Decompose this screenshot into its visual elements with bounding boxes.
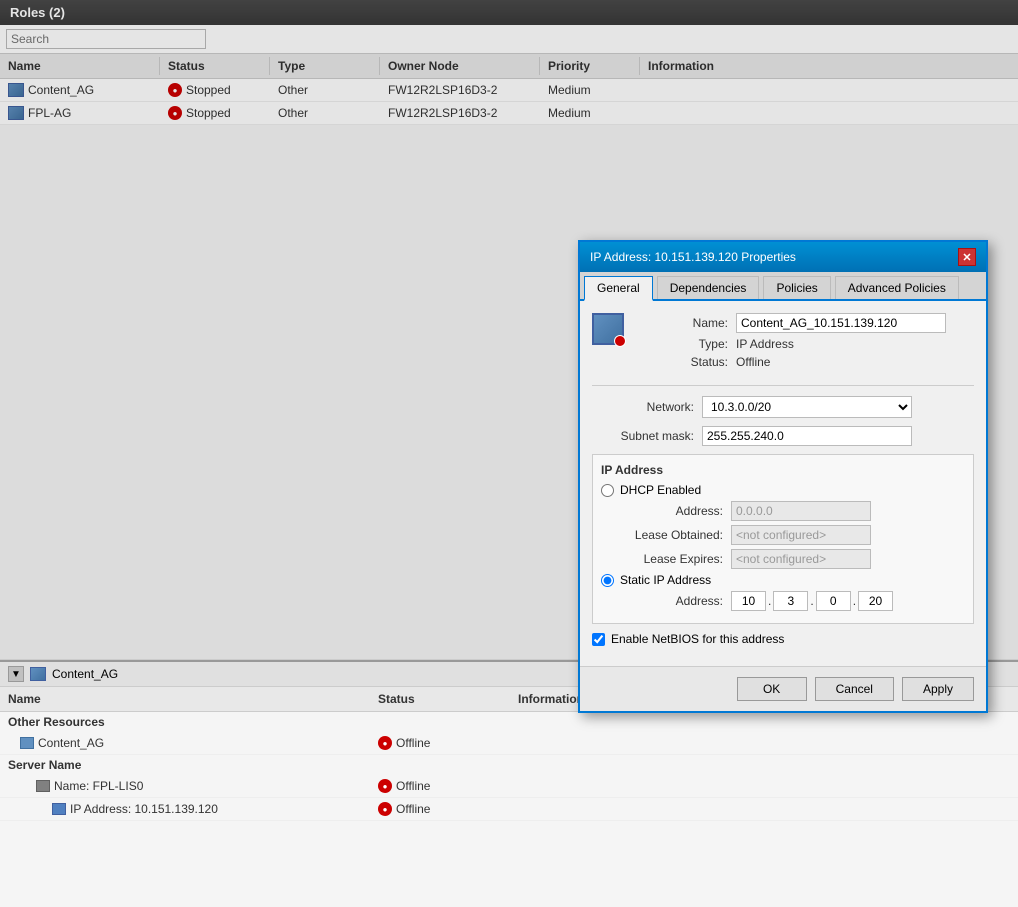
ip-part4[interactable]: [858, 591, 893, 611]
subnet-row: Subnet mask:: [592, 426, 974, 446]
list-item[interactable]: Content_AG ● Offline: [0, 732, 1018, 755]
address-input: [731, 501, 871, 521]
lease-obtained-row: Lease Obtained:: [621, 525, 965, 545]
stopped-icon: ●: [378, 802, 392, 816]
bottom-col-name: Name: [0, 690, 370, 708]
dialog-footer: OK Cancel Apply: [580, 666, 986, 711]
server-row-status: ● Offline: [370, 777, 510, 795]
tab-general[interactable]: General: [584, 276, 653, 301]
ip-parts: . . .: [731, 591, 893, 611]
dialog-props: Name: Type: IP Address Status: Offline: [636, 313, 946, 373]
ip-row-name: IP Address: 10.151.139.120: [0, 800, 370, 818]
dialog-close-button[interactable]: ✕: [958, 248, 976, 266]
dialog-tabs: General Dependencies Policies Advanced P…: [580, 272, 986, 301]
server-name-header: Server Name: [0, 755, 1018, 775]
ip-dot2: .: [810, 594, 813, 608]
static-radio-row: Static IP Address: [601, 573, 965, 587]
ip-address-section: IP Address DHCP Enabled Address: Lease O…: [592, 454, 974, 624]
server-icon: [36, 780, 50, 792]
prop-type-row: Type: IP Address: [636, 337, 946, 351]
dhcp-radio-row: DHCP Enabled: [601, 483, 965, 497]
role-icon: [30, 667, 46, 681]
bottom-col-status: Status: [370, 690, 510, 708]
ip-address-title: IP Address: [601, 463, 965, 477]
ip-part3[interactable]: [816, 591, 851, 611]
network-row: Network: 10.3.0.0/20: [592, 396, 974, 418]
status-label: Status:: [636, 355, 736, 369]
network-label: Network:: [592, 400, 702, 414]
ip-part1[interactable]: [731, 591, 766, 611]
type-label: Type:: [636, 337, 736, 351]
other-resources-header: Other Resources: [0, 712, 1018, 732]
dhcp-label: DHCP Enabled: [620, 483, 701, 497]
top-panel: Roles (2) Name Status Type Owner Node Pr…: [0, 0, 1018, 660]
dialog-titlebar: IP Address: 10.151.139.120 Properties ✕: [580, 242, 986, 272]
separator: [592, 385, 974, 386]
other-row-status: ● Offline: [370, 734, 510, 752]
ip-properties-dialog: IP Address: 10.151.139.120 Properties ✕ …: [578, 240, 988, 713]
dialog-title: IP Address: 10.151.139.120 Properties: [590, 250, 796, 264]
server-row-info: [510, 784, 1018, 788]
stopped-icon: ●: [378, 736, 392, 750]
other-row-info: [510, 741, 1018, 745]
ok-button[interactable]: OK: [737, 677, 807, 701]
stopped-icon: ●: [378, 779, 392, 793]
dhcp-fields: Address: Lease Obtained: Lease Expires:: [621, 501, 965, 569]
stopped-badge: [614, 335, 626, 347]
netbios-checkbox[interactable]: [592, 633, 605, 646]
lease-expires-row: Lease Expires:: [621, 549, 965, 569]
server-row-name: Name: FPL-LIS0: [0, 777, 370, 795]
ip-part2[interactable]: [773, 591, 808, 611]
lease-obtained-input: [731, 525, 871, 545]
ip-row-info: [510, 807, 1018, 811]
prop-status-row: Status: Offline: [636, 355, 946, 369]
lease-expires-label: Lease Expires:: [621, 552, 731, 566]
static-address-row: Address: . . .: [621, 591, 965, 611]
other-row-name: Content_AG: [0, 734, 370, 752]
dialog-icon-row: Name: Type: IP Address Status: Offline: [592, 313, 974, 373]
list-item[interactable]: IP Address: 10.151.139.120 ● Offline: [0, 798, 1018, 821]
prop-name-row: Name:: [636, 313, 946, 333]
resource-icon: [592, 313, 624, 345]
resource-icon: [20, 737, 34, 749]
static-label: Static IP Address: [620, 573, 711, 587]
status-value: Offline: [736, 355, 770, 369]
list-item[interactable]: Name: FPL-LIS0 ● Offline: [0, 775, 1018, 798]
static-address-label: Address:: [621, 594, 731, 608]
subnet-input[interactable]: [702, 426, 912, 446]
tab-dependencies[interactable]: Dependencies: [657, 276, 760, 299]
name-input[interactable]: [736, 313, 946, 333]
dhcp-radio[interactable]: [601, 484, 614, 497]
address-row: Address:: [621, 501, 965, 521]
ip-icon: [52, 803, 66, 815]
subnet-label: Subnet mask:: [592, 429, 702, 443]
ip-dot3: .: [853, 594, 856, 608]
lease-expires-input: [731, 549, 871, 569]
netbios-label: Enable NetBIOS for this address: [611, 632, 784, 646]
tab-advanced-policies[interactable]: Advanced Policies: [835, 276, 959, 299]
netbios-row: Enable NetBIOS for this address: [592, 632, 974, 646]
static-radio[interactable]: [601, 574, 614, 587]
address-label: Address:: [621, 504, 731, 518]
ip-dot1: .: [768, 594, 771, 608]
name-label: Name:: [636, 316, 736, 330]
type-value: IP Address: [736, 337, 794, 351]
ip-row-status: ● Offline: [370, 800, 510, 818]
static-fields: Address: . . .: [621, 591, 965, 611]
dialog-body: Name: Type: IP Address Status: Offline: [580, 301, 986, 666]
tab-policies[interactable]: Policies: [763, 276, 830, 299]
bottom-panel-title: Content_AG: [52, 667, 118, 681]
cancel-button[interactable]: Cancel: [815, 677, 894, 701]
lease-obtained-label: Lease Obtained:: [621, 528, 731, 542]
network-select[interactable]: 10.3.0.0/20: [702, 396, 912, 418]
apply-button[interactable]: Apply: [902, 677, 974, 701]
collapse-button[interactable]: ▼: [8, 666, 24, 682]
dialog-overlay: IP Address: 10.151.139.120 Properties ✕ …: [0, 0, 1018, 659]
